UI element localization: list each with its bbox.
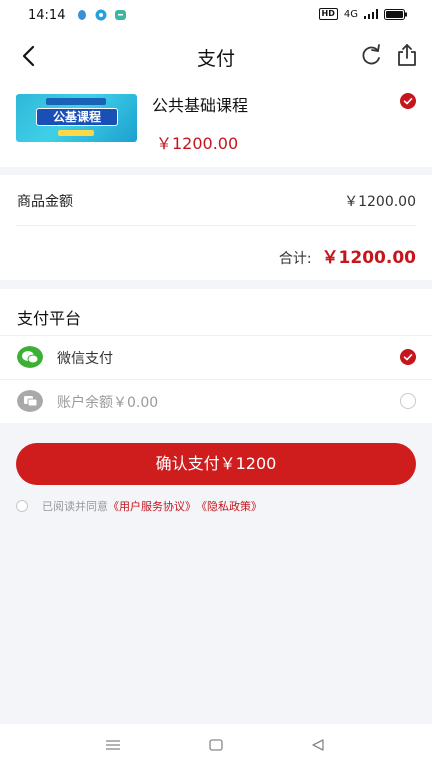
thumbnail-sub-strip — [58, 130, 94, 136]
status-app-icons — [76, 9, 127, 21]
product-thumbnail: 公基课程 专栏 — [16, 94, 137, 142]
product-name: 公共基础课程 — [152, 96, 249, 115]
total-value: ￥1200.00 — [321, 248, 416, 268]
goods-amount-value: ￥1200.00 — [344, 194, 416, 210]
privacy-policy-link[interactable]: 《隐私政策》 — [196, 498, 262, 514]
total-row: 合计: ￥1200.00 — [279, 243, 416, 268]
confirm-payment-button[interactable]: 确认支付￥1200 — [16, 443, 416, 485]
battery-icon — [384, 8, 407, 20]
goods-amount-label: 商品金额 — [17, 194, 73, 210]
home-icon[interactable] — [209, 739, 223, 751]
product-selected-check-icon[interactable] — [400, 93, 416, 109]
pay-method-label: 微信支付 — [57, 351, 113, 367]
amount-divider — [16, 225, 416, 226]
payment-platform-card: 支付平台 微信支付 账户余额￥0.00 — [0, 289, 432, 423]
wechat-icon — [17, 346, 43, 368]
thumbnail-banner-text: 公基课程 — [36, 108, 118, 126]
status-right-group: HD 4G — [318, 8, 408, 20]
pay-method-wechat[interactable]: 微信支付 — [0, 336, 432, 378]
status-bar: 14:14 HD 4G — [0, 0, 432, 32]
agreement-prefix: 已阅读并同意 — [42, 500, 108, 513]
network-type: 4G — [343, 8, 358, 20]
user-agreement-link[interactable]: 《用户服务协议》 — [108, 498, 196, 514]
amount-card: 商品金额 ￥1200.00 合计: ￥1200.00 — [0, 175, 432, 280]
refresh-icon[interactable] — [358, 43, 384, 69]
qq-icon — [78, 10, 86, 20]
hd-badge: HD — [318, 8, 338, 20]
agreement-row: 已阅读并同意 《用户服务协议》 《隐私政策》 — [16, 498, 262, 514]
system-nav-bar — [0, 724, 432, 768]
pay-method-label: 账户余额￥0.00 — [57, 395, 159, 411]
radio-unchecked-icon[interactable] — [400, 393, 416, 409]
share-icon[interactable] — [394, 42, 420, 68]
radio-checked-icon[interactable] — [400, 349, 416, 365]
chat-icon — [115, 10, 126, 20]
pay-method-balance[interactable]: 账户余额￥0.00 — [0, 380, 432, 422]
menu-icon[interactable] — [105, 739, 121, 751]
thumbnail-top-strip — [46, 98, 106, 105]
product-price: ￥1200.00 — [156, 134, 239, 153]
system-back-icon[interactable] — [311, 738, 325, 752]
nav-bar: 支付 — [0, 32, 432, 80]
status-time: 14:14 — [28, 8, 66, 23]
wallet-icon — [17, 390, 43, 412]
payment-platform-title: 支付平台 — [17, 309, 82, 328]
eye-icon — [95, 9, 107, 21]
agreement-checkbox[interactable] — [16, 500, 28, 512]
signal-icon — [364, 9, 378, 19]
total-label: 合计: — [278, 251, 312, 267]
